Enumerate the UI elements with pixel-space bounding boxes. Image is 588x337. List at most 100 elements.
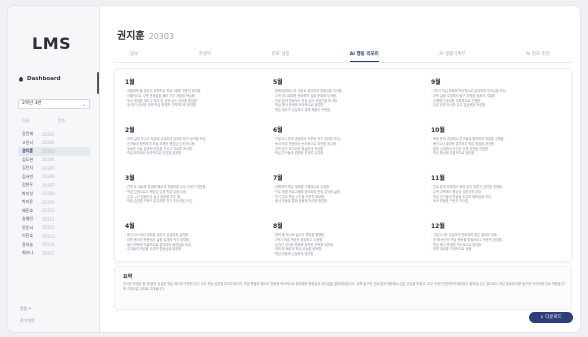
student-row-number: 20313 bbox=[42, 233, 55, 239]
student-row-number: 20309 bbox=[42, 199, 55, 205]
student-row-name: 박지윤 bbox=[22, 199, 34, 205]
sidebar-student-row[interactable]: 장하늘 20314 bbox=[18, 241, 90, 250]
tab-0[interactable]: 정보 bbox=[130, 51, 138, 62]
month-note: · 새 학기 준비를 위해 학습 목표를 구체적으로 정리함. bbox=[125, 103, 197, 108]
download-button[interactable]: ↓ 다운로드 bbox=[529, 312, 573, 323]
summary-title: 요약 bbox=[123, 274, 133, 280]
sidebar-student-row[interactable]: 박지윤 20309 bbox=[18, 198, 90, 207]
month-title: 6월 bbox=[273, 127, 283, 134]
month-title: 10월 bbox=[431, 127, 445, 134]
month-title: 5월 bbox=[273, 79, 283, 86]
tab-1[interactable]: 학생부 bbox=[199, 51, 211, 62]
sidebar-student-row[interactable]: 박지성 20308 bbox=[18, 190, 90, 199]
month-section: 1월 · 겨울방학 중 온라인 보충학습 프로그램에 꾸준히 참여함. · 자율적으… bbox=[125, 77, 253, 108]
home-icon bbox=[18, 76, 24, 82]
sidebar-student-row[interactable]: 권지훈 20303 bbox=[18, 147, 90, 156]
tab-4[interactable]: AI 생활기록부 bbox=[439, 51, 466, 62]
student-row-name: 권지훈 bbox=[22, 148, 34, 154]
sidebar-student-row[interactable]: 강민재 20301 bbox=[18, 130, 90, 139]
sidebar-student-row[interactable]: 고윤서 20302 bbox=[18, 139, 90, 148]
student-row-name: 이민호 bbox=[22, 233, 34, 239]
month-title: 7월 bbox=[273, 175, 283, 182]
sidebar-student-row[interactable]: 송예린 20311 bbox=[18, 215, 90, 224]
sidebar-student-row[interactable]: 윤준서 20312 bbox=[18, 224, 90, 233]
sidebar-student-row[interactable]: 김현우 20307 bbox=[18, 181, 90, 190]
month-section: 12월 · 기말고사를 성실하게 준비하며 좋은 결과를 얻음. · 한 해 동안의… bbox=[431, 221, 559, 252]
chevron-down-icon: ⌄ bbox=[81, 102, 86, 108]
month-note: · 방학 계획을 구체적으로 세움. bbox=[431, 247, 473, 252]
month-note: · 학습 습관을 꾸준히 유지하며 자기 주도성을 보임. bbox=[125, 199, 193, 204]
month-title: 12월 bbox=[431, 223, 445, 230]
student-row-name: 송예린 bbox=[22, 216, 34, 222]
sidebar-student-row[interactable]: 배준호 20310 bbox=[18, 207, 90, 216]
student-row-name: 고윤서 bbox=[22, 139, 34, 145]
sidebar-student-row[interactable]: 김도현 20304 bbox=[18, 156, 90, 165]
student-name: 권지훈 bbox=[117, 31, 145, 42]
month-section: 3월 · 진학 후 새로운 환경에 빠르게 적응하며 교우 관계가 원만함. · 학… bbox=[125, 173, 253, 204]
month-note: · 학교 행사에 자발적으로 참여함. bbox=[431, 151, 476, 156]
student-row-name: 강민재 bbox=[22, 131, 34, 137]
app-window: LMS Dashboard 2학년 3반 ⌄ 이름 번호 강민재 20301 고윤서… bbox=[8, 6, 580, 332]
month-note: · 학급 회의에서 적극적으로 의견을 발표함. bbox=[125, 151, 182, 156]
student-row-number: 20305 bbox=[42, 165, 55, 171]
sidebar-student-row[interactable]: 김민지 20305 bbox=[18, 164, 90, 173]
sidebar-student-row[interactable]: 이민호 20313 bbox=[18, 232, 90, 241]
summary-text: 권지훈 학생은 한 해 동안 성실한 학습 태도와 꾸준한 자기 주도 학습 습… bbox=[123, 282, 565, 291]
sidebar-scrollbar[interactable] bbox=[97, 72, 99, 94]
class-select-value: 2학년 3반 bbox=[22, 101, 42, 106]
month-section: 10월 · 축제 준비 과정에서 친구들과 협력하여 역할을 수행함. · 중간고사… bbox=[431, 125, 559, 156]
month-section: 8월 · 방학 중 독서와 글쓰기 활동을 병행함. · 2학기 학습 목표를 점검… bbox=[273, 221, 401, 257]
student-row-number: 20314 bbox=[42, 242, 55, 248]
student-row-number: 20304 bbox=[42, 157, 55, 163]
month-section: 2월 · 과학 실험 보고서 작성에 성실하게 임하며 탐구 능력을 보임. · 친… bbox=[125, 125, 253, 156]
monthly-report-card: 1월 · 겨울방학 중 온라인 보충학습 프로그램에 꾸준히 참여함. · 자율적으… bbox=[114, 68, 572, 262]
month-note: · 교우들의 학습을 도우며 협동심을 발휘함. bbox=[125, 247, 182, 252]
student-row-number: 20302 bbox=[42, 140, 55, 146]
student-row-number: 20312 bbox=[42, 225, 55, 231]
student-row-name: 윤준서 bbox=[22, 224, 34, 230]
student-roster: 강민재 20301 고윤서 20302 권지훈 20303 김도현 20304 김민지 20305… bbox=[18, 130, 90, 258]
main-panel: 권지훈 20303 정보 학생부 진로 설정 AI 행동 리포트 AI 생활기록부 AI 진… bbox=[100, 6, 580, 332]
month-section: 11월 · 진로 탐색 활동에서 희망 분야 전문가 강연을 경청함. · 수학 과… bbox=[431, 173, 559, 204]
tab-5[interactable]: AI 진로 추천 bbox=[526, 51, 550, 62]
student-row-name: 박지성 bbox=[22, 190, 34, 196]
month-section: 4월 · 중간고사 대비 계획을 세우고 성실하게 실천함. · 과학 동아리 활동… bbox=[125, 221, 253, 252]
tab-3[interactable]: AI 행동 리포트 bbox=[349, 51, 379, 62]
class-select[interactable]: 2학년 3반 ⌄ bbox=[18, 99, 90, 109]
notice-link[interactable]: 알림 • bbox=[20, 306, 31, 312]
dashboard-label: Dashboard bbox=[27, 76, 61, 82]
student-row-number: 20306 bbox=[42, 174, 55, 180]
page-title: 권지훈 20303 bbox=[117, 27, 174, 42]
sidebar-item-dashboard[interactable]: Dashboard bbox=[18, 76, 61, 82]
month-note: · 학급 친구들과 원만한 관계를 유지함. bbox=[273, 151, 325, 156]
student-row-name: 김도현 bbox=[22, 156, 34, 162]
student-row-number: 20310 bbox=[42, 208, 55, 214]
student-row-number: 20307 bbox=[42, 182, 55, 188]
month-title: 4월 bbox=[125, 223, 135, 230]
month-title: 2월 bbox=[125, 127, 135, 134]
notification-dot-icon: • bbox=[28, 306, 32, 311]
month-title: 9월 bbox=[431, 79, 441, 86]
student-id: 20303 bbox=[148, 32, 175, 41]
app-logo: LMS bbox=[32, 34, 72, 53]
student-row-name: 김현우 bbox=[22, 182, 34, 188]
tab-bar: 정보 학생부 진로 설정 AI 행동 리포트 AI 생활기록부 AI 진로 추천 bbox=[100, 51, 580, 62]
month-note: · 학습 태도가 성실하고 과제 제출이 꾸준함. bbox=[273, 108, 331, 113]
month-section: 7월 · 여름방학 학습 계획을 구체적으로 수립함. · 진로 체험 프로그램에 … bbox=[273, 173, 401, 204]
student-row-name: 김서연 bbox=[22, 173, 34, 179]
student-row-name: 배준호 bbox=[22, 207, 34, 213]
sidebar: LMS Dashboard 2학년 3반 ⌄ 이름 번호 강민재 20301 고윤서… bbox=[8, 6, 100, 332]
summary-box: 요약 권지훈 학생은 한 해 동안 성실한 학습 태도와 꾸준한 자기 주도 학… bbox=[114, 266, 572, 310]
month-title: 8월 bbox=[273, 223, 283, 230]
student-row-number: 20311 bbox=[42, 216, 55, 222]
roster-header-name: 이름 bbox=[22, 118, 30, 123]
roster-header-number: 번호 bbox=[58, 118, 66, 123]
month-note: · 봉사 활동을 통해 공동체 의식을 함양함. bbox=[273, 199, 329, 204]
sidebar-student-row[interactable]: 최유나 20315 bbox=[18, 249, 90, 258]
student-row-name: 김민지 bbox=[22, 165, 34, 171]
sidebar-student-row[interactable]: 김서연 20306 bbox=[18, 173, 90, 182]
month-section: 5월 · 체육대회에서 반 대표로 참여하며 협동심을 보여줌. · 수학 경시대회… bbox=[273, 77, 401, 113]
tab-2[interactable]: 진로 설정 bbox=[271, 51, 289, 62]
logout-link[interactable]: 로그아웃 bbox=[20, 318, 35, 324]
month-note: · 독서 활동을 꾸준히 이어감. bbox=[431, 199, 470, 204]
